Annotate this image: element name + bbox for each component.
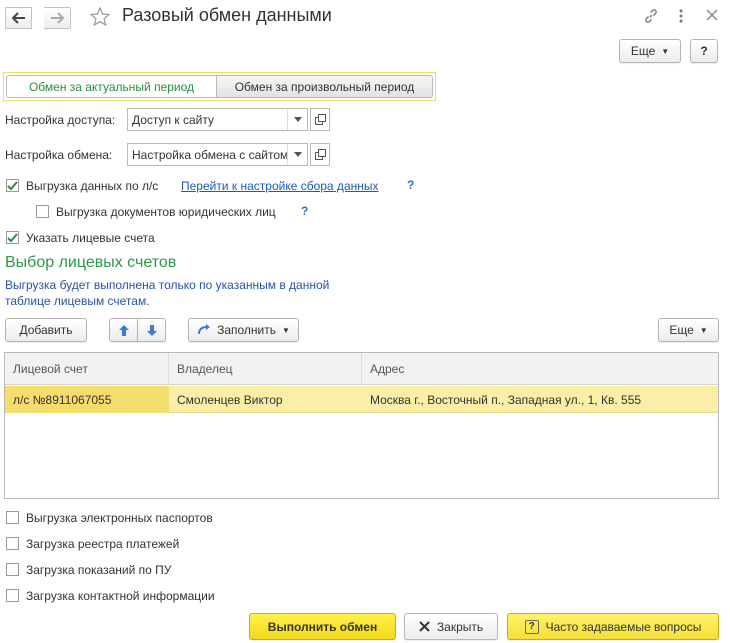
- help-button-label: ?: [700, 44, 708, 58]
- specify-accounts-label: Указать лицевые счета: [26, 231, 155, 245]
- help-icon[interactable]: ?: [407, 178, 414, 192]
- close-button-label: Закрыть: [436, 619, 484, 634]
- more-menu-label: Еще: [630, 44, 656, 58]
- cell-account[interactable]: л/с №8911067055: [5, 386, 169, 413]
- table-header: Лицевой счет Владелец Адрес: [5, 353, 718, 385]
- collect-settings-link[interactable]: Перейти к настройке сбора данных: [181, 179, 379, 193]
- run-exchange-button[interactable]: Выполнить обмен: [249, 613, 396, 640]
- chevron-down-icon: ▼: [282, 325, 290, 335]
- column-header-address[interactable]: Адрес: [362, 353, 718, 385]
- option-label-payments: Загрузка реестра платежей: [26, 537, 180, 551]
- forward-button[interactable]: [44, 7, 71, 29]
- exchange-setting-field[interactable]: Настройка обмена с сайтом: [127, 143, 308, 166]
- period-tabs: Обмен за актуальный период Обмен за прои…: [3, 72, 436, 101]
- table-row[interactable]: л/с №8911067055 Смоленцев Виктор Москва …: [5, 386, 718, 413]
- upload-legal-docs-checkbox[interactable]: [36, 205, 49, 218]
- open-form-icon: [314, 149, 326, 160]
- arrow-up-icon: [118, 324, 129, 336]
- upload-legal-docs-label: Выгрузка документов юридических лиц: [56, 205, 276, 219]
- run-exchange-label: Выполнить обмен: [267, 619, 378, 634]
- arrow-down-icon: [146, 324, 157, 336]
- access-setting-label: Настройка доступа:: [5, 113, 116, 127]
- close-button[interactable]: Закрыть: [404, 613, 498, 640]
- upload-by-ls-checkbox[interactable]: [6, 179, 19, 192]
- accounts-table[interactable]: Лицевой счет Владелец Адрес л/с №8911067…: [4, 352, 719, 499]
- column-header-account[interactable]: Лицевой счет: [5, 353, 169, 385]
- checkmark-icon: [7, 232, 18, 242]
- fill-button-label: Заполнить: [217, 323, 276, 337]
- access-setting-field[interactable]: Доступ к сайту: [127, 108, 308, 131]
- tab-custom-period[interactable]: Обмен за произвольный период: [216, 75, 433, 98]
- table-more-label: Еще: [669, 323, 694, 337]
- add-button[interactable]: Добавить: [5, 318, 87, 342]
- open-access-setting-button[interactable]: [310, 108, 330, 131]
- fill-button[interactable]: Заполнить ▼: [188, 318, 299, 342]
- accounts-info-line1: Выгрузка будет выполнена только по указа…: [5, 278, 330, 292]
- arrow-left-icon: [11, 12, 25, 24]
- dropdown-arrow-icon[interactable]: [287, 144, 307, 165]
- option-label-contacts: Загрузка контактной информации: [26, 589, 215, 603]
- tab-custom-period-label: Обмен за произвольный период: [234, 79, 415, 94]
- favorite-star-icon[interactable]: [89, 6, 111, 31]
- faq-button[interactable]: ? Часто задаваемые вопросы: [507, 613, 719, 640]
- access-setting-value: Доступ к сайту: [132, 112, 214, 127]
- option-checkbox-contacts[interactable]: [6, 589, 19, 602]
- help-icon[interactable]: ?: [301, 204, 308, 218]
- page-title: Разовый обмен данными: [122, 5, 332, 25]
- fill-arrow-icon: [198, 324, 211, 335]
- option-checkbox-meter-readings[interactable]: [6, 563, 19, 576]
- exchange-setting-value: Настройка обмена с сайтом: [132, 147, 287, 162]
- help-button[interactable]: ?: [690, 39, 718, 63]
- option-checkbox-payments[interactable]: [6, 537, 19, 550]
- arrow-right-icon: [51, 12, 64, 24]
- option-checkbox-passports[interactable]: [6, 511, 19, 524]
- menu-dots-icon[interactable]: [678, 8, 684, 27]
- cell-address[interactable]: Москва г., Восточный п., Западная ул., 1…: [362, 386, 718, 413]
- move-down-button[interactable]: [137, 318, 166, 342]
- add-button-label: Добавить: [19, 323, 73, 337]
- chevron-down-icon: ▼: [699, 325, 708, 335]
- accounts-info-line2: таблице лицевым счетам.: [5, 294, 150, 308]
- close-icon[interactable]: [706, 9, 718, 24]
- tab-actual-period[interactable]: Обмен за актуальный период: [6, 75, 217, 98]
- cell-owner[interactable]: Смоленцев Виктор: [169, 386, 362, 413]
- column-header-owner[interactable]: Владелец: [169, 353, 362, 385]
- move-up-button[interactable]: [109, 318, 138, 342]
- question-icon: ?: [524, 619, 539, 634]
- option-label-passports: Выгрузка электронных паспортов: [26, 511, 213, 525]
- close-x-icon: [419, 621, 430, 632]
- chevron-down-icon: ▼: [661, 46, 670, 56]
- back-button[interactable]: [5, 7, 32, 29]
- checkmark-icon: [7, 180, 18, 190]
- dropdown-arrow-icon[interactable]: [287, 109, 307, 130]
- option-label-meter-readings: Загрузка показаний по ПУ: [26, 563, 172, 577]
- specify-accounts-checkbox[interactable]: [6, 231, 19, 244]
- more-menu-button[interactable]: Еще ▼: [619, 39, 681, 63]
- open-exchange-setting-button[interactable]: [310, 143, 330, 166]
- link-icon[interactable]: [643, 8, 659, 27]
- faq-button-label: Часто задаваемые вопросы: [545, 619, 702, 634]
- tab-actual-period-label: Обмен за актуальный период: [28, 79, 195, 94]
- accounts-section-title: Выбор лицевых счетов: [5, 254, 177, 271]
- table-more-button[interactable]: Еще ▼: [658, 318, 719, 342]
- upload-by-ls-label: Выгрузка данных по л/с: [26, 179, 159, 193]
- exchange-setting-label: Настройка обмена:: [5, 148, 113, 162]
- open-form-icon: [314, 114, 326, 125]
